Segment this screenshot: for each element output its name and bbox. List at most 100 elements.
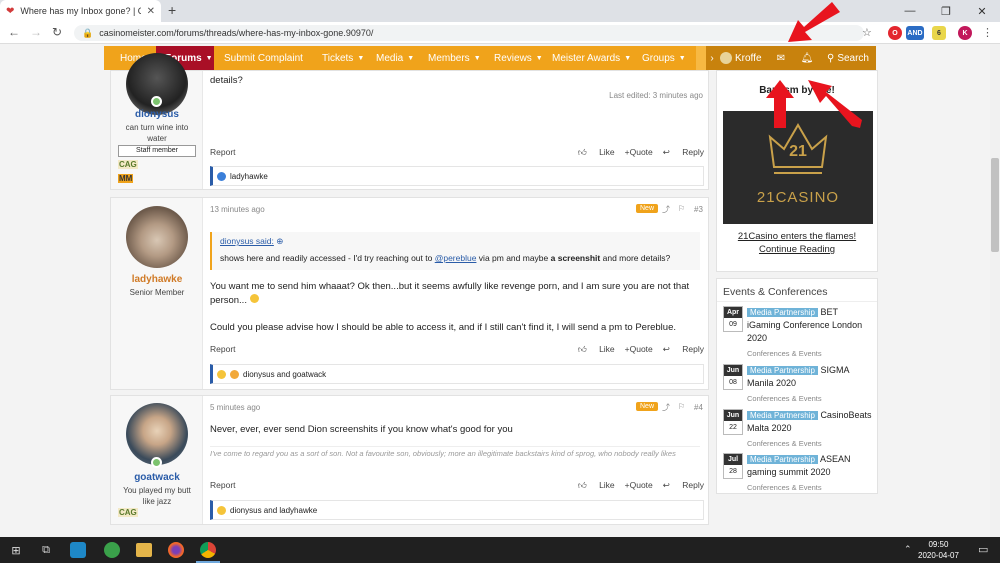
- tray-chevron-icon[interactable]: ⌃: [904, 544, 912, 555]
- event-category: Conferences & Events: [747, 439, 822, 448]
- ext-badge-icon[interactable]: 6: [932, 26, 946, 40]
- opera-ext-icon[interactable]: O: [888, 26, 902, 40]
- post-time[interactable]: 5 minutes ago: [210, 403, 260, 412]
- tab-title: Where has my Inbox gone? | Casi: [20, 6, 140, 16]
- reply-button[interactable]: ↩ Reply: [663, 147, 704, 157]
- nav-groups-label: Groups: [642, 52, 675, 64]
- mm-badge: MM: [118, 174, 134, 183]
- clock-date: 2020-04-07: [918, 551, 959, 560]
- quote-button[interactable]: +Quote: [625, 147, 653, 157]
- bookmark-icon[interactable]: ⚐: [678, 204, 685, 213]
- like-button[interactable]: 👍︎ Like: [578, 147, 615, 157]
- nav-media[interactable]: Media ▼: [376, 46, 414, 70]
- reload-icon[interactable]: ↻: [52, 25, 62, 39]
- event-month: Jun: [724, 365, 742, 376]
- nav-tickets[interactable]: Tickets ▼: [322, 46, 364, 70]
- avatar[interactable]: [126, 206, 188, 268]
- report-link[interactable]: Report: [210, 147, 236, 158]
- firefox-icon[interactable]: [168, 542, 184, 558]
- online-indicator: [151, 457, 162, 468]
- event-date: Apr 09: [723, 306, 743, 332]
- file-explorer-icon[interactable]: [136, 543, 152, 557]
- close-window-icon[interactable]: ✕: [964, 0, 1000, 22]
- nav-members[interactable]: Members ▼: [428, 46, 481, 70]
- nav-groups[interactable]: Groups ▼: [642, 46, 686, 70]
- share-icon[interactable]: ⤴: [662, 402, 670, 413]
- username[interactable]: goatwack: [111, 472, 203, 483]
- quote-header[interactable]: dionysus said: ⊕: [220, 236, 692, 247]
- laughing-emoji-icon: [249, 294, 259, 303]
- forward-icon[interactable]: →: [30, 25, 42, 39]
- reactions-bar[interactable]: ladyhawke: [210, 166, 704, 186]
- mention-link[interactable]: @pereblue: [435, 253, 477, 263]
- back-icon[interactable]: ←: [8, 25, 20, 39]
- app-icon-1[interactable]: [70, 542, 86, 558]
- quote-button[interactable]: +Quote: [625, 344, 653, 354]
- windows-start-icon[interactable]: ⊞: [6, 540, 26, 560]
- post-ladyhawke: ladyhawke Senior Member 13 minutes ago N…: [110, 197, 709, 390]
- share-icon[interactable]: ⤴: [662, 204, 670, 215]
- nav-meister-awards[interactable]: Meister Awards ▼: [552, 46, 631, 70]
- avatar[interactable]: [126, 403, 188, 465]
- post-actions: Report 👍︎ Like +Quote ↩ Reply: [210, 480, 704, 491]
- notification-icon[interactable]: ▭: [978, 543, 988, 556]
- profile-avatar[interactable]: K: [958, 26, 972, 40]
- report-link[interactable]: Report: [210, 344, 236, 355]
- quote-part-b: via pm and maybe: [476, 253, 551, 263]
- reply-button[interactable]: ↩ Reply: [663, 480, 704, 490]
- browser-tab[interactable]: ❤ Where has my Inbox gone? | Casi ✕: [0, 0, 161, 22]
- new-tab-icon[interactable]: +: [168, 2, 176, 18]
- nav-reviews[interactable]: Reviews ▼: [494, 46, 543, 70]
- restore-icon[interactable]: ❐: [928, 0, 964, 22]
- post-number[interactable]: #3: [694, 205, 703, 214]
- task-view-icon[interactable]: ⧉: [36, 540, 56, 560]
- media-partnership-tag: Media Partnership: [747, 308, 818, 317]
- username[interactable]: dionysus: [111, 109, 203, 120]
- quote-bold: a screenshit: [550, 253, 601, 263]
- reactions-text: dionysus and ladyhawke: [230, 505, 318, 515]
- nav-submit-complaint[interactable]: Submit Complaint: [224, 46, 303, 70]
- url-field[interactable]: 🔒 casinomeister.com/forums/threads/where…: [74, 25, 864, 41]
- report-link[interactable]: Report: [210, 480, 236, 491]
- reply-button[interactable]: ↩ Reply: [663, 344, 704, 354]
- edited-note: Last edited: 3 minutes ago: [609, 91, 703, 100]
- post-goatwack: goatwack You played my butt like jazz CA…: [110, 395, 709, 525]
- continue-reading-link[interactable]: Continue Reading: [759, 244, 835, 255]
- haha-reaction-icon: [217, 369, 226, 379]
- event-month: Apr: [724, 307, 742, 318]
- post-time[interactable]: 13 minutes ago: [210, 205, 265, 214]
- logo-number: 21: [789, 143, 807, 160]
- bookmark-icon[interactable]: ⚐: [678, 402, 685, 411]
- user-title: Senior Member: [129, 288, 185, 297]
- reactions-bar[interactable]: dionysus and ladyhawke: [210, 500, 704, 520]
- like-button[interactable]: 👍︎ Like: [578, 480, 615, 490]
- nav-media-label: Media: [376, 52, 404, 64]
- scrollbar[interactable]: [990, 44, 1000, 537]
- promo-link[interactable]: 21Casino enters the flames! Continue Read…: [717, 230, 877, 256]
- quote-button[interactable]: +Quote: [625, 480, 653, 490]
- event-date: Jun 08: [723, 364, 743, 390]
- close-tab-icon[interactable]: ✕: [147, 6, 155, 17]
- menu-dots-icon[interactable]: ⋮: [982, 26, 993, 39]
- and-ext-icon[interactable]: AND: [906, 26, 924, 40]
- event-date: Jun 22: [723, 409, 743, 435]
- chevron-down-icon: ▼: [407, 54, 415, 62]
- reactions-bar[interactable]: dionysus and goatwack: [210, 364, 704, 384]
- nav-more-icon[interactable]: ›: [706, 46, 718, 70]
- chevron-down-icon: ▼: [473, 54, 481, 62]
- events-widget: Events & Conferences Apr 09 Media Partner…: [716, 278, 878, 494]
- scrollbar-thumb[interactable]: [991, 158, 999, 252]
- post-number[interactable]: #4: [694, 403, 703, 412]
- minimize-icon[interactable]: —: [892, 0, 928, 22]
- chrome-icon[interactable]: [200, 542, 216, 558]
- clock[interactable]: 09:50 2020-04-07: [918, 539, 959, 561]
- quote-author: dionysus said:: [220, 236, 274, 246]
- torrent-app-icon[interactable]: [104, 542, 120, 558]
- username[interactable]: ladyhawke: [111, 274, 203, 285]
- like-button[interactable]: 👍︎ Like: [578, 344, 615, 354]
- reply-label: Reply: [682, 480, 704, 490]
- event-category: Conferences & Events: [747, 349, 822, 358]
- chevron-down-icon: ▼: [357, 54, 365, 62]
- quote-jump-icon[interactable]: ⊕: [276, 236, 283, 246]
- chevron-down-icon: ▼: [678, 54, 686, 62]
